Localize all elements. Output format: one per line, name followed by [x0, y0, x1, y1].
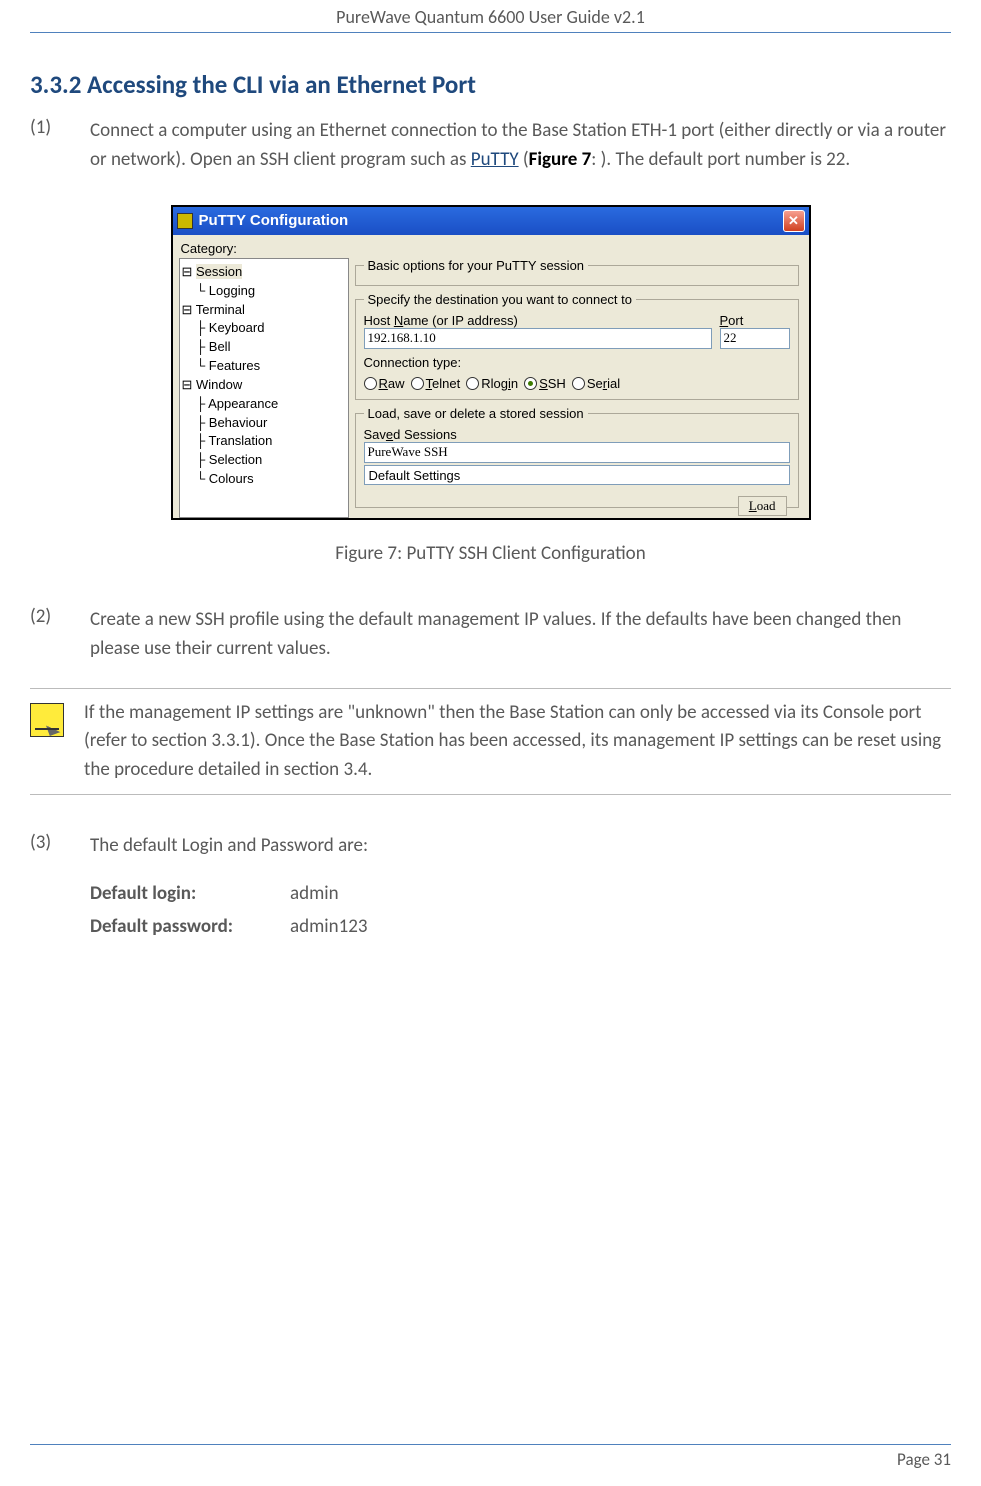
step-2-body: Create a new SSH profile using the defau…	[90, 605, 951, 664]
step-3-body: The default Login and Password are: Defa…	[90, 831, 951, 945]
close-button[interactable]: ✕	[783, 210, 805, 232]
step-2-number: (2)	[30, 605, 90, 664]
tree-keyboard-label: Keyboard	[209, 320, 265, 335]
step-1: (1) Connect a computer using an Ethernet…	[30, 116, 951, 175]
radio-serial[interactable]: Serial	[572, 376, 620, 391]
default-login-label: Default login:	[90, 879, 290, 908]
port-input[interactable]	[720, 328, 790, 349]
note-block: If the management IP settings are "unkno…	[30, 688, 951, 796]
note-icon	[30, 703, 64, 737]
figure-caption: Figure 7: PuTTY SSH Client Configuration	[30, 542, 951, 565]
putty-link[interactable]: PuTTY	[471, 148, 519, 171]
stored-session-legend: Load, save or delete a stored session	[364, 406, 588, 421]
host-input[interactable]	[364, 328, 712, 349]
step-1-number: (1)	[30, 116, 90, 175]
note-text: If the management IP settings are "unkno…	[84, 699, 951, 785]
tree-window[interactable]: ⊟ Window	[182, 376, 346, 395]
tree-translation-label: Translation	[209, 433, 273, 448]
sessions-list[interactable]: Default Settings	[364, 465, 790, 485]
port-label: Port	[720, 313, 790, 328]
document-header: PureWave Quantum 6600 User Guide v2.1	[30, 0, 951, 33]
putty-window: PuTTY Configuration ✕ Category: ⊟ Sessio…	[171, 205, 811, 520]
tree-features[interactable]: └ Features	[182, 357, 346, 376]
tree-logging[interactable]: └ Logging	[182, 282, 346, 301]
step-3: (3) The default Login and Password are: …	[30, 831, 951, 945]
tree-behaviour[interactable]: ├ Behaviour	[182, 414, 346, 433]
tree-window-label: Window	[196, 377, 242, 392]
tree-terminal-label: Terminal	[196, 302, 245, 317]
conn-type-label: Connection type:	[364, 355, 790, 370]
putty-title: PuTTY Configuration	[199, 212, 777, 229]
tree-selection-label: Selection	[209, 452, 262, 467]
radio-telnet[interactable]: Telnet	[411, 376, 461, 391]
tree-colours[interactable]: └ Colours	[182, 470, 346, 489]
page-footer: Page 31	[30, 1444, 951, 1470]
radio-ssh[interactable]: SSH	[524, 376, 566, 391]
host-label: Host Name (or IP address)	[364, 313, 712, 328]
section-heading: 3.3.2 Accessing the CLI via an Ethernet …	[30, 69, 951, 100]
putty-titlebar: PuTTY Configuration ✕	[173, 207, 809, 235]
step-1-text-c: : ). The default port number is 22.	[591, 148, 850, 171]
step-1-body: Connect a computer using an Ethernet con…	[90, 116, 951, 175]
step-1-text-b: (	[519, 148, 529, 171]
default-password-value: admin123	[290, 912, 368, 941]
category-label: Category:	[181, 241, 803, 256]
tree-appearance[interactable]: ├ Appearance	[182, 395, 346, 414]
destination-legend: Specify the destination you want to conn…	[364, 292, 637, 307]
basic-options-group: Basic options for your PuTTY session	[355, 258, 799, 286]
saved-sessions-label: Saved Sessions	[364, 427, 790, 442]
figure-ref-bold: Figure 7	[529, 148, 592, 171]
tree-features-label: Features	[209, 358, 260, 373]
tree-appearance-label: Appearance	[208, 396, 278, 411]
category-tree[interactable]: ⊟ Session └ Logging ⊟ Terminal ├ Keyboar…	[179, 258, 349, 518]
tree-bell[interactable]: ├ Bell	[182, 338, 346, 357]
page-number: Page 31	[897, 1449, 951, 1470]
stored-session-group: Load, save or delete a stored session Sa…	[355, 406, 799, 508]
basic-options-legend: Basic options for your PuTTY session	[364, 258, 589, 273]
tree-colours-label: Colours	[209, 471, 254, 486]
tree-bell-label: Bell	[209, 339, 231, 354]
step-3-intro: The default Login and Password are:	[90, 831, 951, 860]
load-button[interactable]: Load	[738, 496, 787, 516]
saved-sessions-input[interactable]	[364, 442, 790, 463]
tree-behaviour-label: Behaviour	[209, 415, 268, 430]
tree-logging-label: Logging	[209, 283, 255, 298]
tree-translation[interactable]: ├ Translation	[182, 432, 346, 451]
default-login-value: admin	[290, 879, 339, 908]
putty-app-icon	[177, 213, 193, 229]
tree-keyboard[interactable]: ├ Keyboard	[182, 319, 346, 338]
radio-raw[interactable]: Raw	[364, 376, 405, 391]
step-2: (2) Create a new SSH profile using the d…	[30, 605, 951, 664]
tree-terminal[interactable]: ⊟ Terminal	[182, 301, 346, 320]
tree-session-label: Session	[196, 264, 242, 279]
figure-reference: Figure 7	[529, 148, 592, 171]
radio-rlogin[interactable]: Rlogin	[466, 376, 518, 391]
step-3-number: (3)	[30, 831, 90, 945]
tree-session[interactable]: ⊟ Session	[182, 263, 346, 282]
default-password-label: Default password:	[90, 912, 290, 941]
destination-group: Specify the destination you want to conn…	[355, 292, 799, 400]
tree-selection[interactable]: ├ Selection	[182, 451, 346, 470]
